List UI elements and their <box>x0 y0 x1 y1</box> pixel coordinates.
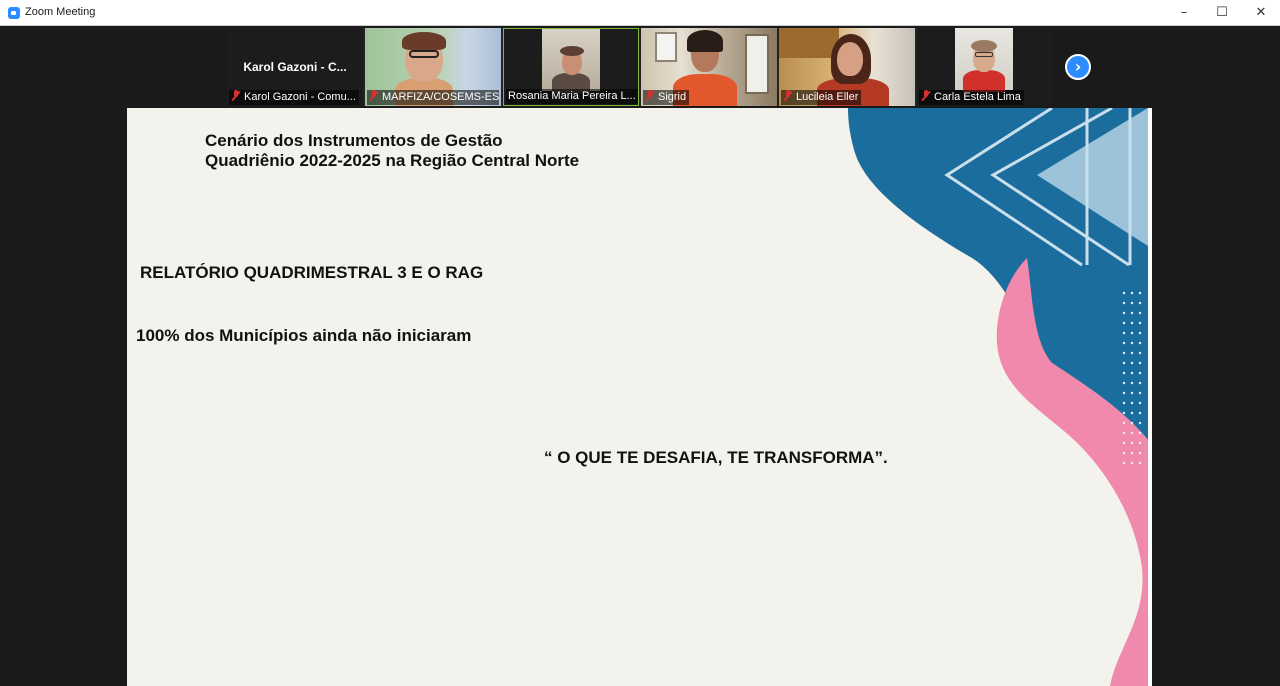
slide-decoration <box>848 108 1148 686</box>
participant-name-label: Carla Estela Lima <box>919 90 1024 105</box>
slide-quote: “ O QUE TE DESAFIA, TE TRANSFORMA”. <box>544 448 888 467</box>
participant-strip: Karol Gazoni - C... Karol Gazoni - Comu.… <box>227 28 1053 106</box>
participant-video <box>955 28 1013 92</box>
chevron-right-icon: › <box>1074 57 1082 76</box>
slide-title-line-2: Quadriênio 2022-2025 na Região Central N… <box>205 151 580 170</box>
meeting-area: Karol Gazoni - C... Karol Gazoni - Comu.… <box>0 26 1280 686</box>
participant-name: Lucileia Eller <box>796 91 859 103</box>
window-titlebar: Zoom Meeting – ☐ ✕ <box>0 0 1280 26</box>
mic-muted-icon <box>369 90 378 101</box>
participant-video <box>542 29 600 93</box>
participant-name: Carla Estela Lima <box>934 91 1021 103</box>
participant-name-label: Lucileia Eller <box>781 90 862 105</box>
participant-name: MARFIZA/COSEMS-ES <box>382 91 499 103</box>
participant-tile[interactable]: Lucileia Eller <box>779 28 915 106</box>
zoom-app-icon <box>8 7 20 19</box>
mic-muted-icon <box>231 90 240 101</box>
slide-report-heading: RELATÓRIO QUADRIMESTRAL 3 E O RAG <box>140 263 484 282</box>
maximize-button[interactable]: ☐ <box>1202 0 1242 26</box>
participant-name-label: Karol Gazoni - Comu... <box>229 90 359 105</box>
slide-status-text: 100% dos Municípios ainda não iniciaram <box>136 326 472 345</box>
participant-name: Karol Gazoni - Comu... <box>244 91 356 103</box>
shared-screen-slide: Cenário dos Instrumentos de Gestão Quadr… <box>127 108 1152 686</box>
participant-name-label: Rosania Maria Pereira L... <box>506 89 638 104</box>
close-button[interactable]: ✕ <box>1241 0 1280 26</box>
participant-tile[interactable]: MARFIZA/COSEMS-ES <box>365 28 501 106</box>
participant-name-label: Sigrid <box>643 90 690 105</box>
participant-display-name: Karol Gazoni - C... <box>243 60 347 74</box>
participant-name: Rosania Maria Pereira L... <box>508 90 636 102</box>
window-title: Zoom Meeting <box>25 6 96 18</box>
mic-muted-icon <box>783 90 792 101</box>
slide-title-line-1: Cenário dos Instrumentos de Gestão <box>205 131 503 150</box>
participant-tile[interactable]: Carla Estela Lima <box>917 28 1053 106</box>
participant-tile[interactable]: Karol Gazoni - C... Karol Gazoni - Comu.… <box>227 28 363 106</box>
participant-name: Sigrid <box>658 91 687 103</box>
participant-tile-active[interactable]: Rosania Maria Pereira L... <box>503 28 639 106</box>
mic-muted-icon <box>645 90 654 101</box>
minimize-button[interactable]: – <box>1164 0 1204 26</box>
participant-name-label: MARFIZA/COSEMS-ES <box>367 90 499 105</box>
participant-tile[interactable]: Sigrid <box>641 28 777 106</box>
mic-muted-icon <box>921 90 930 101</box>
next-page-button[interactable]: › <box>1065 54 1091 80</box>
